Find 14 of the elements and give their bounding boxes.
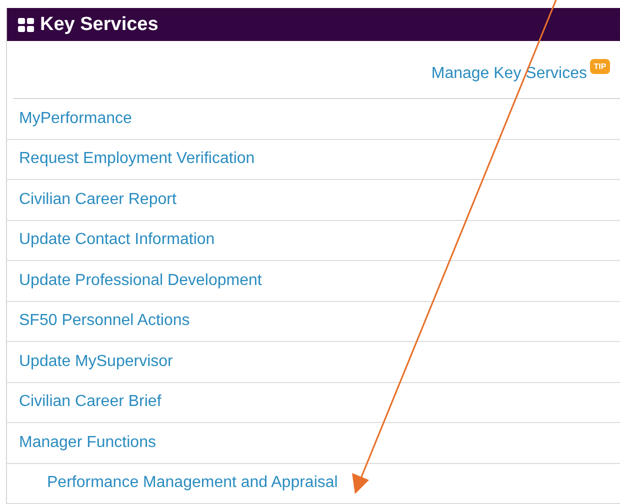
manage-key-services-link[interactable]: Manage Key Services <box>431 64 587 82</box>
service-link[interactable]: Update Contact Information <box>19 231 215 250</box>
service-link[interactable]: MyPerformance <box>19 110 132 128</box>
service-link[interactable]: Manager Functions <box>19 434 156 452</box>
service-link[interactable]: Update Professional Development <box>19 272 262 290</box>
service-link[interactable]: Update MySupervisor <box>19 352 173 371</box>
service-link[interactable]: SF50 Personnel Actions <box>19 312 190 330</box>
grid-icon <box>18 18 34 32</box>
tip-badge[interactable]: TIP <box>590 59 610 74</box>
panel-title: Key Services <box>40 14 158 36</box>
service-link[interactable]: Performance Management and Appraisal <box>47 474 338 492</box>
service-link[interactable]: Civilian Career Brief <box>19 393 162 412</box>
service-link[interactable]: Civilian Career Report <box>19 190 176 209</box>
service-link[interactable]: Request Employment Verification <box>19 150 255 168</box>
